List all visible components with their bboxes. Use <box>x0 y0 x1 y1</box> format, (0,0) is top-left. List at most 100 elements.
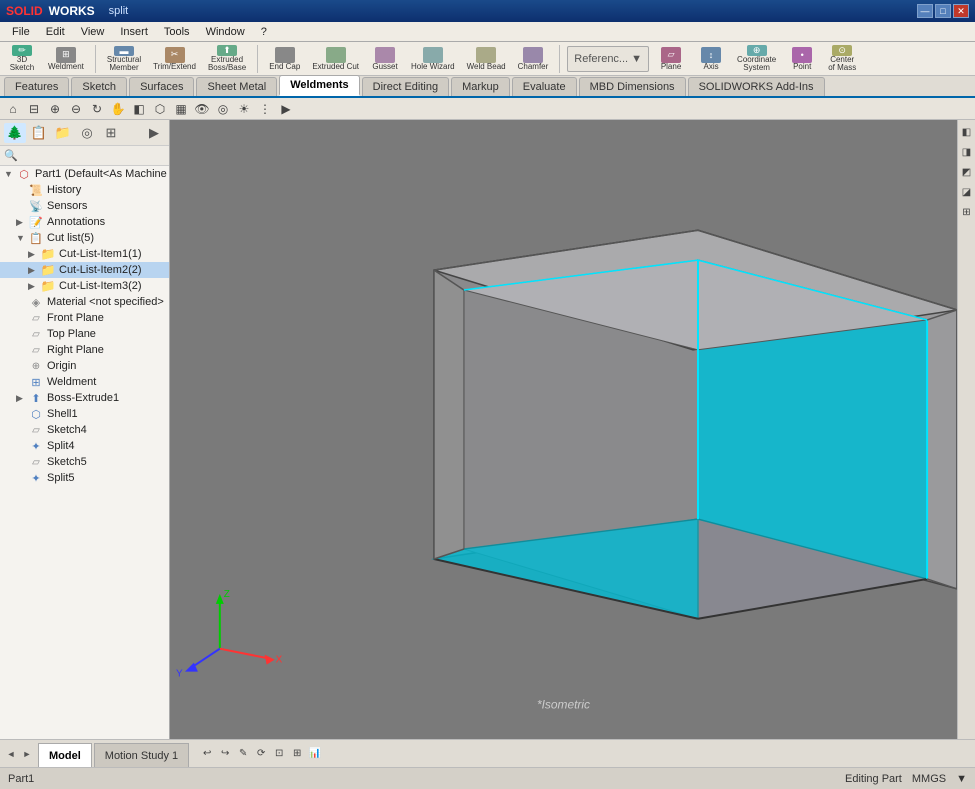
structural-member-button[interactable]: ▬ StructuralMember <box>103 44 145 74</box>
tree-item-shell1[interactable]: ⬡ Shell1 <box>0 406 169 422</box>
extruded-cut-button[interactable]: Extruded Cut <box>308 44 363 74</box>
tree-item-cutitem1[interactable]: ▶ 📁 Cut-List-Item1(1) <box>0 246 169 262</box>
weldment-button[interactable]: ⊞ Weldment <box>44 44 88 74</box>
menu-file[interactable]: File <box>4 24 38 40</box>
tree-item-sensors[interactable]: 📡 Sensors <box>0 198 169 214</box>
edit-button[interactable]: ✎ <box>235 746 251 762</box>
zoom-to-fit-button[interactable]: ⊟ <box>25 100 43 118</box>
tab-weldments[interactable]: Weldments <box>279 75 359 96</box>
tree-item-sketch5[interactable]: ▱ Sketch5 <box>0 454 169 470</box>
tree-item-split4[interactable]: ✦ Split4 <box>0 438 169 454</box>
section-view-button[interactable]: ▦ <box>172 100 190 118</box>
chamfer-button[interactable]: Chamfer <box>514 44 553 74</box>
titlebar: SOLIDWORKS split — □ ✕ <box>0 0 975 22</box>
close-button[interactable]: ✕ <box>953 4 969 18</box>
minimize-button[interactable]: — <box>917 4 933 18</box>
axis-button[interactable]: ↕ Axis <box>693 44 729 74</box>
tree-label: Top Plane <box>47 328 96 340</box>
end-cap-button[interactable]: End Cap <box>265 44 304 74</box>
tree-item-cutlist[interactable]: ▼ 📋 Cut list(5) <box>0 230 169 246</box>
editing-status: Editing Part <box>845 773 902 785</box>
right-panel-icon-3[interactable]: ◩ <box>959 164 975 180</box>
tree-item-part1[interactable]: ▼ ⬡ Part1 (Default<As Machine <box>0 166 169 182</box>
menu-insert[interactable]: Insert <box>112 24 156 40</box>
tree-item-material[interactable]: ◈ Material <not specified> <box>0 294 169 310</box>
tab-motion-study-1[interactable]: Motion Study 1 <box>94 743 189 767</box>
tab-sheet-metal[interactable]: Sheet Metal <box>196 77 277 96</box>
tree-item-cutitem2[interactable]: ▶ 📁 Cut-List-Item2(2) <box>0 262 169 278</box>
display-manager-icon[interactable]: ⊞ <box>100 123 122 143</box>
pan-button[interactable]: ✋ <box>109 100 127 118</box>
tab-surfaces[interactable]: Surfaces <box>129 77 194 96</box>
hide-show-button[interactable]: 👁 <box>193 100 211 118</box>
lights-button[interactable]: ☀ <box>235 100 253 118</box>
config-manager-icon[interactable]: 📁 <box>52 123 74 143</box>
view-home-button[interactable]: ⌂ <box>4 100 22 118</box>
hole-wizard-button[interactable]: Hole Wizard <box>407 44 459 74</box>
rotate-view-button[interactable]: ↻ <box>88 100 106 118</box>
tab-model[interactable]: Model <box>38 743 92 767</box>
tree-item-annotations[interactable]: ▶ 📝 Annotations <box>0 214 169 230</box>
scroll-left-button[interactable]: ◄ <box>4 747 18 761</box>
coordinate-system-button[interactable]: ⊕ CoordinateSystem <box>733 44 780 74</box>
right-panel-icon-4[interactable]: ◪ <box>959 184 975 200</box>
property-manager-icon[interactable]: 📋 <box>28 123 50 143</box>
tab-mbd[interactable]: MBD Dimensions <box>579 77 686 96</box>
tab-sketch[interactable]: Sketch <box>71 77 127 96</box>
reference-button[interactable]: Referenc... ▼ <box>567 46 649 72</box>
tree-item-history[interactable]: 📜 History <box>0 182 169 198</box>
menu-window[interactable]: Window <box>198 24 253 40</box>
display-style-button[interactable]: ◧ <box>130 100 148 118</box>
tree-label: Weldment <box>47 376 96 388</box>
center-of-mass-button[interactable]: ⊙ Centerof Mass <box>824 44 860 74</box>
tree-item-frontplane[interactable]: ▱ Front Plane <box>0 310 169 326</box>
tree-item-topplane[interactable]: ▱ Top Plane <box>0 326 169 342</box>
tree-item-rightplane[interactable]: ▱ Right Plane <box>0 342 169 358</box>
zoom-out-button[interactable]: ⊖ <box>67 100 85 118</box>
weld-bead-button[interactable]: Weld Bead <box>463 44 510 74</box>
tree-item-sketch4[interactable]: ▱ Sketch4 <box>0 422 169 438</box>
tree-item-cutitem3[interactable]: ▶ 📁 Cut-List-Item3(2) <box>0 278 169 294</box>
right-panel-icon-5[interactable]: ⊞ <box>959 204 975 220</box>
tree-item-bossextrude1[interactable]: ▶ ⬆ Boss-Extrude1 <box>0 390 169 406</box>
maximize-button[interactable]: □ <box>935 4 951 18</box>
plane-button[interactable]: ▱ Plane <box>653 44 689 74</box>
dim-xpert-icon[interactable]: ◎ <box>76 123 98 143</box>
point-button[interactable]: • Point <box>784 44 820 74</box>
tree-item-origin[interactable]: ⊕ Origin <box>0 358 169 374</box>
motion-controls-3[interactable]: 📊 <box>307 746 323 762</box>
tab-addins[interactable]: SOLIDWORKS Add-Ins <box>688 77 825 96</box>
right-panel-icon-2[interactable]: ◨ <box>959 144 975 160</box>
appearance-button[interactable]: ◎ <box>214 100 232 118</box>
tab-features[interactable]: Features <box>4 77 69 96</box>
gusset-button[interactable]: Gusset <box>367 44 403 74</box>
motion-controls-2[interactable]: ⊞ <box>289 746 305 762</box>
3d-viewport[interactable]: Z X Y *Isometric <box>170 120 957 739</box>
motion-controls-1[interactable]: ⊡ <box>271 746 287 762</box>
menu-tools[interactable]: Tools <box>156 24 198 40</box>
menu-help[interactable]: ? <box>253 24 275 40</box>
right-panel-icon-1[interactable]: ◧ <box>959 124 975 140</box>
tree-item-split5[interactable]: ✦ Split5 <box>0 470 169 486</box>
menu-edit[interactable]: Edit <box>38 24 73 40</box>
sketch-3d-button[interactable]: ✏ 3DSketch <box>4 44 40 74</box>
units-dropdown[interactable]: ▼ <box>956 773 967 785</box>
rebuild-button[interactable]: ⟳ <box>253 746 269 762</box>
extruded-boss-button[interactable]: ⬆ ExtrudedBoss/Base <box>204 44 250 74</box>
tree-item-weldment[interactable]: ⊞ Weldment <box>0 374 169 390</box>
statusbar: Part1 Editing Part MMGS ▼ <box>0 767 975 789</box>
tab-markup[interactable]: Markup <box>451 77 510 96</box>
scroll-right-button[interactable]: ► <box>20 747 34 761</box>
redo-button[interactable]: ↪ <box>217 746 233 762</box>
undo-button[interactable]: ↩ <box>199 746 215 762</box>
feature-manager-icon[interactable]: 🌲 <box>4 123 26 143</box>
trim-extend-button[interactable]: ✂ Trim/Extend <box>149 44 200 74</box>
tab-direct-editing[interactable]: Direct Editing <box>362 77 449 96</box>
view-orientation-button[interactable]: ⬡ <box>151 100 169 118</box>
tab-evaluate[interactable]: Evaluate <box>512 77 577 96</box>
zoom-in-button[interactable]: ⊕ <box>46 100 64 118</box>
menu-view[interactable]: View <box>73 24 113 40</box>
grid-button[interactable]: ⋮ <box>256 100 274 118</box>
more-button[interactable]: ▶ <box>277 100 295 118</box>
expand-icon[interactable]: ▶ <box>143 123 165 143</box>
